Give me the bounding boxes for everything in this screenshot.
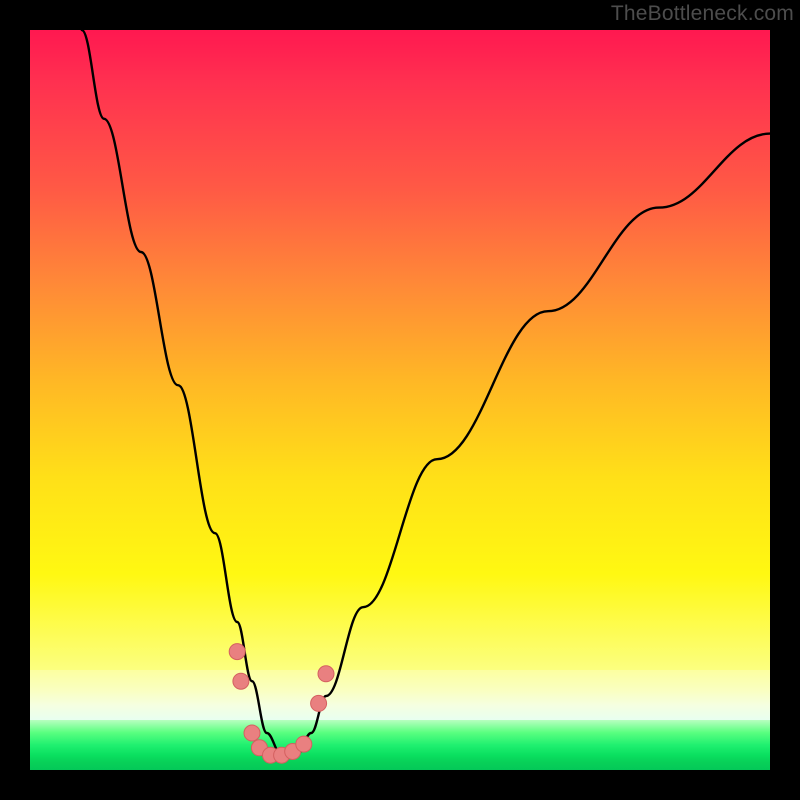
trough-marker xyxy=(318,666,334,682)
v-curve xyxy=(82,30,770,755)
trough-marker xyxy=(229,644,245,660)
marker-group xyxy=(229,644,334,764)
curve-layer xyxy=(30,30,770,770)
trough-marker xyxy=(244,725,260,741)
plot-area xyxy=(30,30,770,770)
outer-frame: TheBottleneck.com xyxy=(0,0,800,800)
trough-marker xyxy=(311,695,327,711)
trough-marker xyxy=(233,673,249,689)
attribution-text: TheBottleneck.com xyxy=(611,2,794,26)
trough-marker xyxy=(296,736,312,752)
